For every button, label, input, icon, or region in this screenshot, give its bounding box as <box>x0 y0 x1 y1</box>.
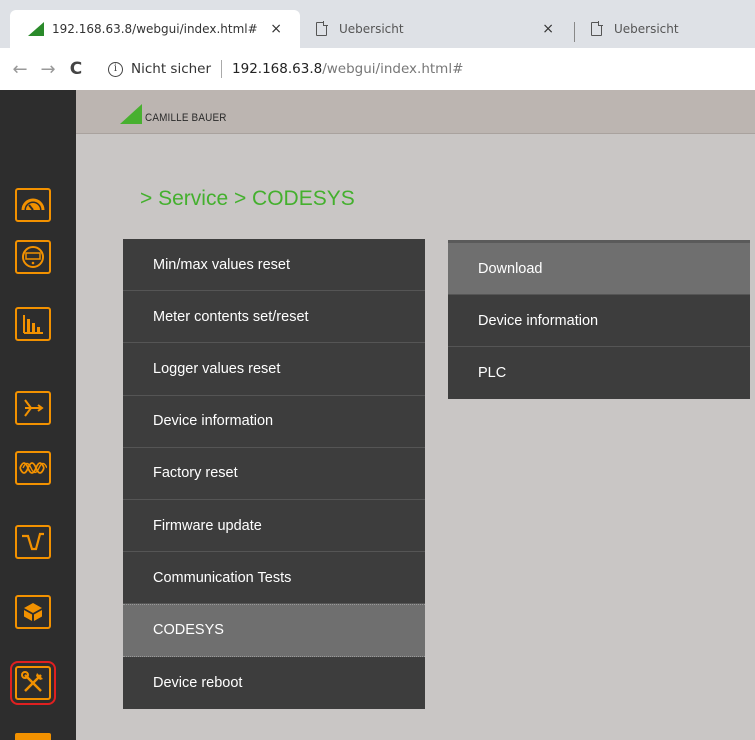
menu-item-codesys[interactable]: CODESYS <box>123 604 425 657</box>
tab-close-icon[interactable]: × <box>542 21 554 37</box>
tab-title: 192.168.63.8/webgui/index.html# <box>52 22 258 36</box>
info-icon[interactable]: i <box>108 61 123 77</box>
codesys-submenu: Download Device information PLC <box>448 240 750 399</box>
site-favicon-icon <box>28 22 44 36</box>
service-menu: Min/max values reset Meter contents set/… <box>123 239 425 709</box>
breadcrumb: > Service > CODESYS <box>140 187 355 210</box>
browser-tab-bar: 192.168.63.8/webgui/index.html# × Uebers… <box>0 0 755 48</box>
address-bar: ← → C i Nicht sicher 192.168.63.8/webgui… <box>0 48 755 90</box>
tools-icon[interactable] <box>10 661 56 705</box>
app-header: CAMILLE BAUER <box>76 90 755 134</box>
browser-tab[interactable]: Uebersicht <box>575 10 755 48</box>
vector-diagram-icon[interactable] <box>15 391 51 425</box>
menu-item-meter-contents[interactable]: Meter contents set/reset <box>123 291 425 344</box>
menu-item-device-information[interactable]: Device information <box>123 396 425 448</box>
brand-logo: CAMILLE BAUER <box>120 104 236 124</box>
waveform-icon[interactable] <box>15 451 51 485</box>
url-field[interactable]: 192.168.63.8/webgui/index.html# <box>232 61 463 77</box>
back-button[interactable]: ← <box>6 59 34 80</box>
menu-item-logger-reset[interactable]: Logger values reset <box>123 343 425 396</box>
gauge-icon[interactable] <box>15 188 51 222</box>
tab-title: Uebersicht <box>614 22 679 36</box>
box-icon[interactable] <box>15 595 51 629</box>
tab-title: Uebersicht <box>339 22 404 36</box>
sidebar-next-icon[interactable] <box>15 733 51 740</box>
page-icon <box>316 21 328 36</box>
bar-chart-icon[interactable] <box>15 307 51 341</box>
reload-button[interactable]: C <box>62 59 90 79</box>
menu-item-firmware-update[interactable]: Firmware update <box>123 500 425 553</box>
submenu-item-plc[interactable]: PLC <box>448 347 750 399</box>
menu-item-factory-reset[interactable]: Factory reset <box>123 448 425 500</box>
url-path: /webgui/index.html# <box>322 61 464 77</box>
forward-button[interactable]: → <box>34 59 62 80</box>
menu-item-min-max-reset[interactable]: Min/max values reset <box>123 239 425 292</box>
logo-triangle-icon <box>120 104 142 124</box>
security-status[interactable]: Nicht sicher <box>131 61 211 77</box>
submenu-item-device-information[interactable]: Device information <box>448 295 750 347</box>
meter-display-icon[interactable] <box>15 240 51 274</box>
menu-item-device-reboot[interactable]: Device reboot <box>123 657 425 709</box>
menu-item-communication-tests[interactable]: Communication Tests <box>123 552 425 605</box>
browser-tab-active[interactable]: 192.168.63.8/webgui/index.html# × <box>10 10 300 48</box>
address-divider <box>221 60 223 78</box>
tab-close-icon[interactable]: × <box>270 21 282 37</box>
url-host: 192.168.63.8 <box>232 61 323 77</box>
trend-icon[interactable] <box>15 525 51 559</box>
page-icon <box>591 21 603 36</box>
submenu-item-download[interactable]: Download <box>448 243 750 295</box>
logo-text: CAMILLE BAUER <box>145 112 227 124</box>
browser-tab[interactable]: Uebersicht × <box>300 10 572 48</box>
